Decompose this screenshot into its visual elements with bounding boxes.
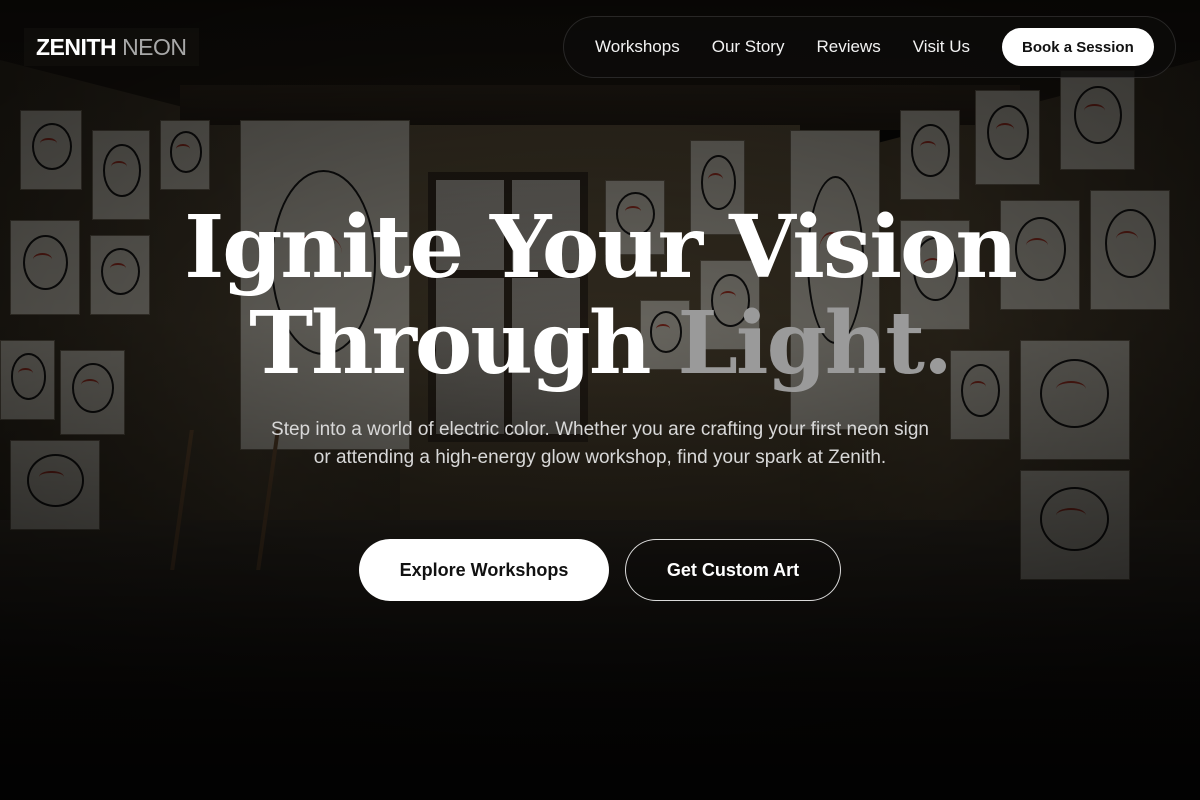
hero-title: Ignite Your Vision Through Light. bbox=[0, 200, 1200, 392]
explore-workshops-button[interactable]: Explore Workshops bbox=[359, 539, 609, 601]
book-session-button[interactable]: Book a Session bbox=[1002, 28, 1154, 66]
nav-link-reviews[interactable]: Reviews bbox=[816, 37, 880, 57]
hero-title-accent: Light. bbox=[677, 293, 952, 394]
get-custom-art-button[interactable]: Get Custom Art bbox=[625, 539, 841, 601]
nav-link-workshops[interactable]: Workshops bbox=[595, 37, 680, 57]
nav-link-our-story[interactable]: Our Story bbox=[712, 37, 785, 57]
hero-subtitle: Step into a world of electric color. Whe… bbox=[271, 419, 929, 468]
hero-title-line1: Ignite Your Vision bbox=[184, 197, 1018, 298]
nav-link-visit-us[interactable]: Visit Us bbox=[913, 37, 970, 57]
brand-logo[interactable]: ZENITH NEON bbox=[24, 28, 199, 66]
hero-background-image bbox=[0, 0, 1200, 800]
brand-name-secondary: NEON bbox=[122, 33, 187, 60]
hero-title-line2-main: Through bbox=[249, 293, 651, 394]
brand-name-primary: ZENITH bbox=[36, 33, 117, 60]
main-navigation: Workshops Our Story Reviews Visit Us Boo… bbox=[563, 16, 1176, 78]
